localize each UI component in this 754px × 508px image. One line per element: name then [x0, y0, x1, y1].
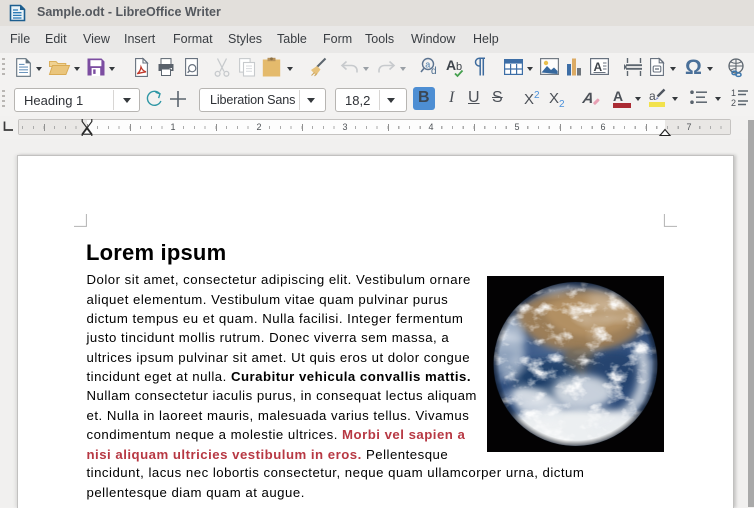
svg-text:a: a: [425, 60, 430, 70]
svg-text:A: A: [446, 57, 456, 73]
svg-text:2: 2: [731, 98, 736, 108]
svg-text:a: a: [649, 89, 656, 103]
svg-text:1: 1: [731, 88, 736, 98]
svg-text:A: A: [594, 60, 603, 74]
svg-text:A: A: [581, 90, 595, 107]
svg-text:d: d: [431, 66, 437, 77]
